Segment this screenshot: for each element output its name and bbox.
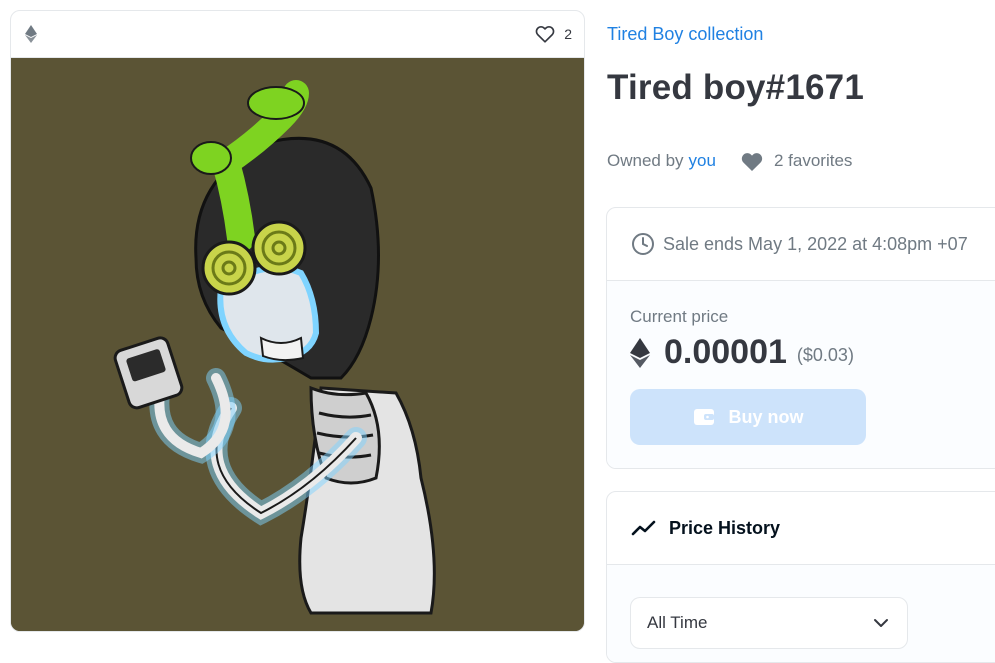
sale-ends-text: Sale ends May 1, 2022 at 4:08pm +07 [663,233,968,254]
favorites-label: 2 favorites [773,151,853,170]
price-usd: ($0.03) [796,345,854,365]
chevron-down-icon [874,619,888,627]
time-range-value: All Time [647,613,708,632]
media-header: 2 [11,11,584,58]
buy-now-label: Buy now [728,406,804,427]
time-range-select[interactable]: All Time [630,597,908,649]
ethereum-icon [630,337,650,368]
current-price-label: Current price [630,307,729,326]
ethereum-icon [25,25,37,43]
wallet-icon [693,409,714,425]
price-value: 0.00001 [664,333,787,371]
media-card: 2 [10,10,585,632]
heart-outline-icon [535,26,555,43]
favorites-summary[interactable]: 2 favorites [740,150,852,172]
item-title: Tired boy#1671 [607,68,865,107]
price-history-body: All Time [607,565,995,662]
sale-header: Sale ends May 1, 2022 at 4:08pm +07 [607,208,995,281]
price-history-card: Price History All Time [606,491,995,663]
owner-prefix: Owned by [607,151,684,170]
price-row: 0.00001 ($0.03) [630,333,854,372]
favorite-button[interactable]: 2 [534,23,572,45]
owner-row: Owned by you 2 favorites [607,150,852,172]
buy-now-button[interactable]: Buy now [630,389,866,445]
skeleton-artwork-image [11,58,584,631]
trending-icon [631,520,656,536]
favorite-count: 2 [564,26,572,42]
owner-link[interactable]: you [689,151,716,171]
price-history-header[interactable]: Price History [607,492,995,565]
sale-card: Sale ends May 1, 2022 at 4:08pm +07 Curr… [606,207,995,469]
collection-link[interactable]: Tired Boy collection [607,24,763,45]
clock-icon [632,233,654,255]
price-history-title: Price History [669,517,781,538]
nft-artwork[interactable] [11,58,584,631]
heart-filled-icon [741,153,763,171]
